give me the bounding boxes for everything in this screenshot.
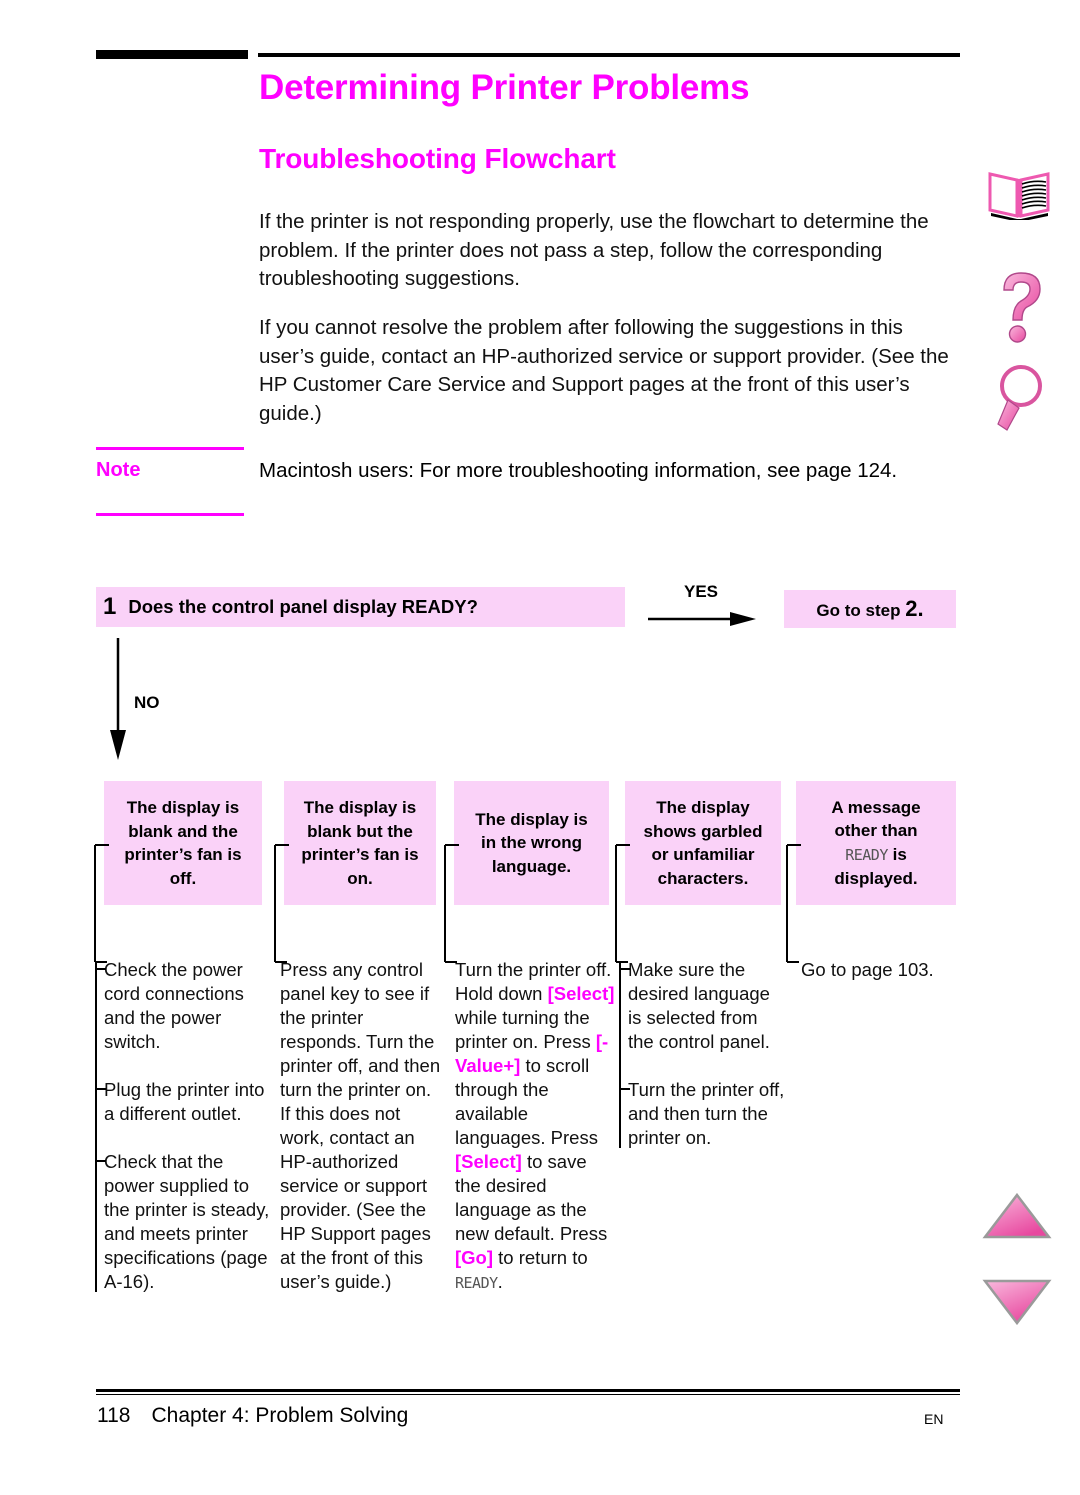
flowchart-step-1-box: 1 Does the control panel display READY?	[96, 587, 625, 627]
remedy-paragraph: Turn the printer off. Hold down [Select]…	[455, 959, 615, 1292]
lcd-ready-text: READY	[455, 1274, 498, 1292]
yes-arrow-icon	[648, 612, 756, 626]
footer-rule-thin	[96, 1394, 960, 1395]
flowchart-connectors	[94, 844, 801, 963]
control-panel-key-label: [Go]	[455, 1247, 494, 1268]
remedy-column-language: Turn the printer off. Hold down [Select]…	[455, 958, 615, 1295]
magnifier-icon[interactable]	[992, 362, 1050, 434]
flowchart-step-question: Does the control panel display READY?	[128, 595, 478, 617]
note-text: Macintosh users: For more troubleshootin…	[259, 459, 898, 482]
header-rule-long	[258, 53, 960, 57]
control-panel-key-label: [-Value+]	[455, 1031, 609, 1076]
bullet-tick	[619, 1088, 630, 1090]
remedy-paragraph: Make sure the desired language is select…	[628, 959, 770, 1052]
footer-chapter-title: Chapter 4: Problem Solving	[151, 1404, 409, 1427]
footer-rule-thick	[96, 1389, 960, 1392]
bullet-bracket	[95, 962, 97, 1292]
header-rule-short	[96, 50, 248, 59]
remedy-paragraph: Plug the printer into a different outlet…	[104, 1079, 265, 1124]
bullet-tick	[95, 968, 106, 970]
question-mark-icon[interactable]	[994, 270, 1048, 346]
footer-page-number: 118	[97, 1404, 131, 1427]
goto-step-label: Go to step 2.	[816, 596, 924, 621]
remedy-paragraph: Go to page 103.	[801, 959, 934, 980]
page-title: Determining Printer Problems	[259, 68, 750, 107]
note-rule-top	[96, 447, 244, 450]
intro-paragraph-1: If the printer is not responding properl…	[259, 210, 929, 290]
control-panel-key-label: [Select]	[455, 1151, 522, 1172]
control-panel-key-label: [Select]	[547, 983, 615, 1004]
bullet-bracket	[619, 962, 621, 1148]
remedy-column-other-message: Go to page 103.	[801, 958, 959, 982]
remedy-paragraph: Turn the printer off, and then turn the …	[628, 1079, 785, 1148]
intro-paragraph-2: If you cannot resolve the problem after …	[259, 316, 949, 425]
book-icon[interactable]	[986, 168, 1052, 220]
remedy-column-fan-on: Press any control panel key to see if th…	[280, 958, 443, 1294]
remedy-paragraph: Check that the power supplied to the pri…	[104, 1151, 270, 1292]
goto-step-box: Go to step 2.	[784, 590, 956, 628]
remedy-paragraph: Check the power cord connections and the…	[104, 959, 244, 1052]
arrow-up-icon[interactable]	[982, 1192, 1052, 1240]
bullet-tick	[95, 1088, 106, 1090]
flowchart-no-label: NO	[134, 693, 160, 712]
footer-language-code: EN	[924, 1411, 944, 1427]
bullet-tick	[619, 968, 630, 970]
remedy-column-power: Check the power cord connections and the…	[104, 958, 272, 1294]
flowchart-yes-label: YES	[684, 582, 719, 601]
section-title: Troubleshooting Flowchart	[259, 143, 616, 174]
footer-chapter-label: 118 Chapter 4: Problem Solving	[97, 1404, 408, 1428]
flowchart-step-number: 1	[103, 593, 117, 620]
bullet-tick	[95, 1160, 106, 1162]
remedy-column-garbled: Make sure the desired language is select…	[628, 958, 788, 1150]
remedy-paragraph: Press any control panel key to see if th…	[280, 959, 441, 1292]
note-label: Note	[96, 459, 141, 481]
arrow-down-icon[interactable]	[982, 1278, 1052, 1326]
note-rule-bottom	[96, 513, 244, 516]
